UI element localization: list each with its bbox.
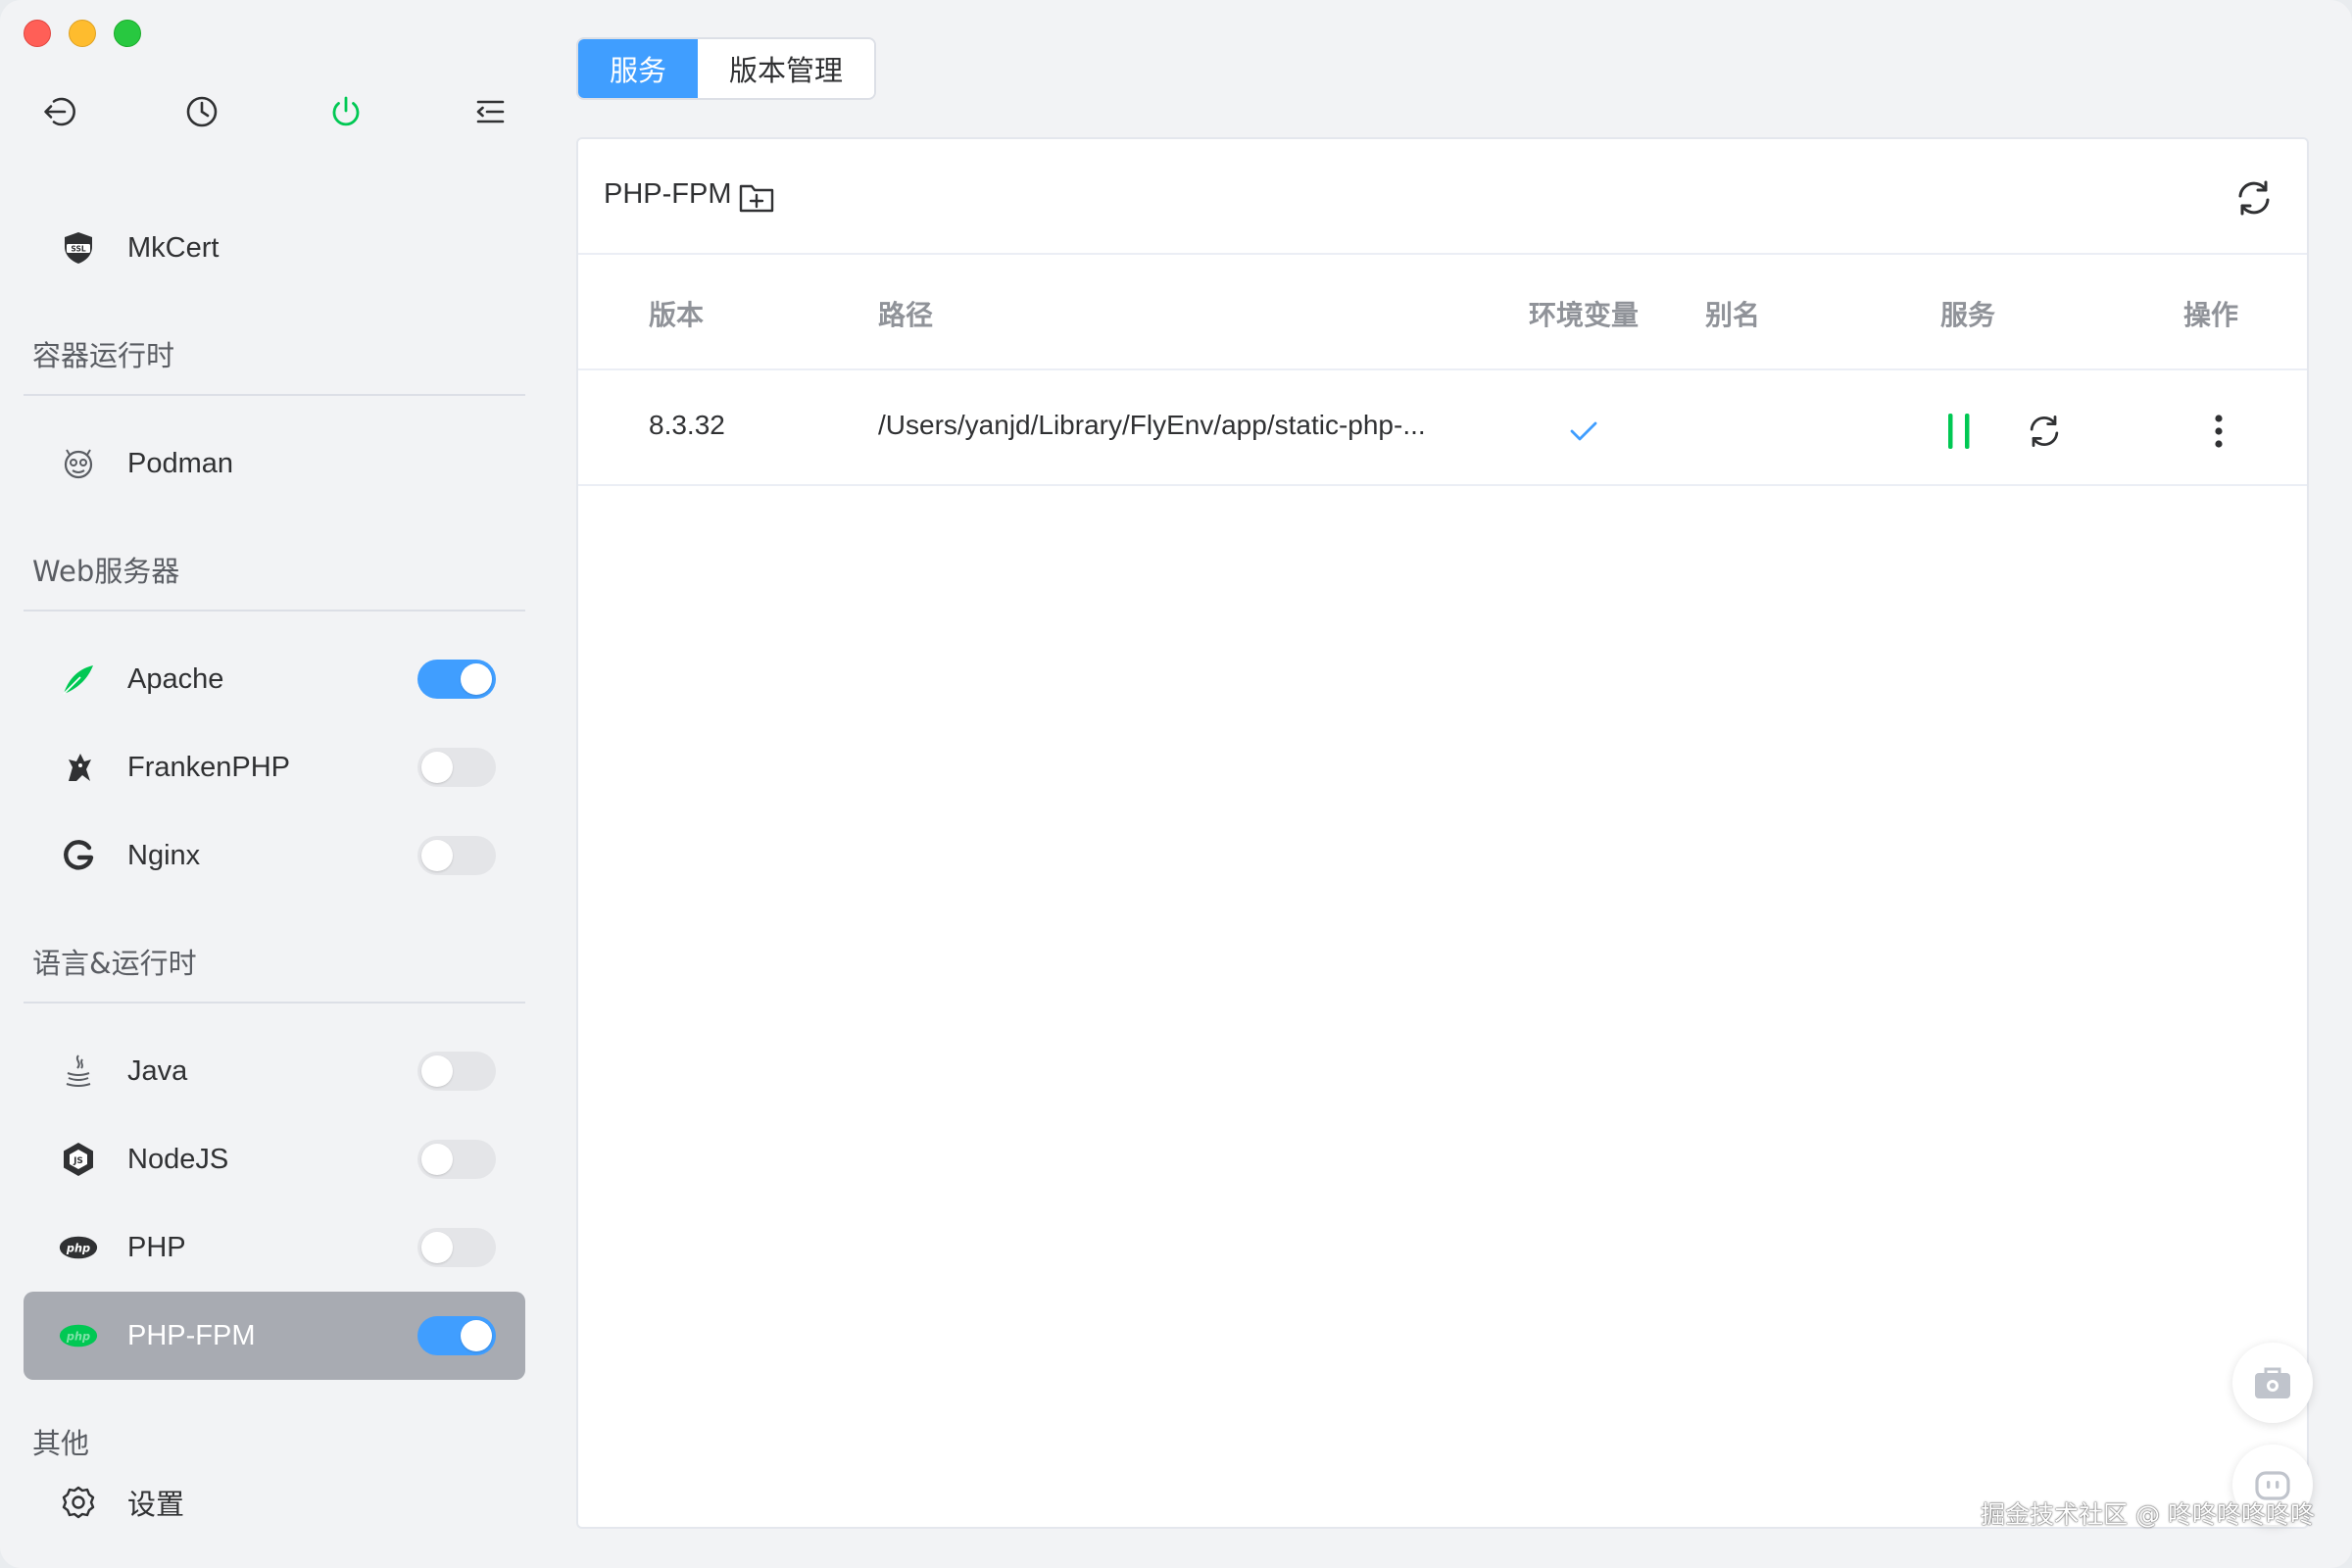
sidebar-item-mkcert[interactable]: SSL MkCert	[24, 204, 525, 292]
nginx-icon	[59, 836, 98, 875]
column-header-actions: 操作	[2183, 299, 2239, 331]
sidebar-item-settings[interactable]: 设置	[24, 1464, 525, 1541]
php-icon: php	[59, 1228, 98, 1267]
group-title-web-servers: Web服务器	[32, 555, 180, 588]
sidebar-item-podman[interactable]: Podman	[24, 419, 525, 508]
sidebar-item-label: NodeJS	[127, 1143, 229, 1175]
table-header: 版本 路径 环境变量 别名 服务 操作	[578, 255, 2307, 370]
toggle-knob	[421, 840, 453, 871]
collapse-menu-button[interactable]	[466, 88, 514, 135]
folder-add-icon[interactable]	[737, 178, 776, 218]
restart-icon[interactable]	[2023, 410, 2066, 453]
power-button[interactable]	[322, 88, 369, 135]
java-icon	[59, 1052, 98, 1091]
tab-version-management[interactable]: 版本管理	[698, 39, 875, 98]
toggle-knob	[421, 752, 453, 783]
toggle-knob	[421, 1055, 453, 1087]
sidebar-item-label: PHP-FPM	[127, 1319, 256, 1351]
java-toggle[interactable]	[417, 1052, 496, 1091]
nodejs-toggle[interactable]	[417, 1140, 496, 1179]
back-button[interactable]	[35, 88, 82, 135]
watermark: 掘金技术社区 @ 咚咚咚咚咚咚	[1981, 1500, 2315, 1529]
sidebar-item-nginx[interactable]: Nginx	[24, 811, 525, 900]
version-cell: 8.3.32	[649, 410, 725, 440]
card-title: PHP-FPM	[604, 178, 732, 210]
group-divider	[24, 610, 525, 612]
sidebar-item-label: 设置	[127, 1490, 185, 1521]
podman-icon	[59, 444, 98, 483]
sidebar-item-apache[interactable]: Apache	[24, 635, 525, 723]
sidebar-item-label: FrankenPHP	[127, 751, 291, 783]
column-header-service: 服务	[1940, 299, 1996, 331]
toggle-knob	[461, 663, 492, 695]
column-header-path: 路径	[878, 299, 934, 331]
gear-icon	[59, 1483, 98, 1522]
minimize-window-button[interactable]	[69, 20, 96, 47]
sidebar-item-label: Apache	[127, 662, 224, 695]
ssl-shield-icon: SSL	[59, 228, 98, 268]
check-icon	[1570, 421, 1597, 441]
frankenphp-toggle[interactable]	[417, 748, 496, 787]
sidebar-item-java[interactable]: Java	[24, 1027, 525, 1115]
group-title-container-runtime: 容器运行时	[32, 339, 175, 372]
more-vertical-icon[interactable]	[2209, 410, 2229, 453]
pause-icon[interactable]	[1940, 410, 1980, 453]
zoom-window-button[interactable]	[114, 20, 141, 47]
group-divider	[24, 394, 525, 396]
toggle-knob	[461, 1320, 492, 1351]
tab-service[interactable]: 服务	[578, 39, 699, 98]
screenshot-button[interactable]	[2232, 1343, 2313, 1423]
nodejs-icon: JS	[59, 1140, 98, 1179]
window-controls	[24, 20, 141, 47]
clock-icon	[186, 96, 218, 127]
sidebar-item-label: PHP	[127, 1231, 186, 1263]
frankenphp-icon	[59, 748, 98, 787]
svg-text:JS: JS	[73, 1156, 83, 1166]
service-card: PHP-FPM 版本 路径 环境变量 别名 服务 操作 8.3.32 /User…	[576, 137, 2309, 1529]
sidebar-item-php[interactable]: php PHP	[24, 1203, 525, 1292]
toggle-knob	[421, 1232, 453, 1263]
group-divider	[24, 1002, 525, 1004]
toolbox-icon	[2255, 1367, 2290, 1398]
nginx-toggle[interactable]	[417, 836, 496, 875]
path-cell[interactable]: /Users/yanjd/Library/FlyEnv/app/static-p…	[878, 410, 1426, 441]
php-toggle[interactable]	[417, 1228, 496, 1267]
card-header: PHP-FPM	[578, 139, 2307, 255]
column-header-alias: 别名	[1705, 299, 1761, 331]
refresh-icon[interactable]	[2230, 174, 2278, 221]
sidebar-item-label: Java	[127, 1054, 188, 1087]
sidebar-item-label: Nginx	[127, 839, 201, 871]
apache-feather-icon	[59, 660, 98, 699]
power-icon	[332, 96, 360, 126]
logout-arrow-icon	[44, 97, 75, 126]
tab-bar: 服务 版本管理	[576, 37, 877, 100]
sidebar-item-nodejs[interactable]: JS NodeJS	[24, 1115, 525, 1203]
column-header-version: 版本	[649, 299, 705, 331]
toggle-knob	[421, 1144, 453, 1175]
column-header-env: 环境变量	[1529, 299, 1640, 331]
group-title-languages: 语言&运行时	[32, 947, 197, 980]
svg-text:SSL: SSL	[71, 245, 85, 254]
php-fpm-icon: php	[59, 1316, 98, 1355]
app-window: 站点 SSL MkCert 容器运行时	[0, 0, 2352, 1568]
sidebar-item-php-fpm[interactable]: php PHP-FPM	[24, 1292, 525, 1380]
group-title-other: 其他	[32, 1427, 90, 1460]
table-row: 8.3.32 /Users/yanjd/Library/FlyEnv/app/s…	[578, 370, 2307, 486]
svg-text:php: php	[66, 1242, 90, 1254]
sidebar-toolbar	[0, 88, 549, 135]
history-button[interactable]	[178, 88, 225, 135]
apache-toggle[interactable]	[417, 660, 496, 699]
sidebar-item-label: MkCert	[127, 231, 220, 264]
svg-text:php: php	[66, 1330, 90, 1343]
sidebar-item-label: Podman	[127, 447, 234, 479]
menu-fold-icon	[476, 100, 505, 123]
php-fpm-toggle[interactable]	[417, 1316, 496, 1355]
sidebar-item-sites[interactable]: 站点	[24, 147, 525, 169]
close-window-button[interactable]	[24, 20, 51, 47]
sidebar-menu: 站点 SSL MkCert 容器运行时	[0, 147, 549, 1568]
sidebar: 站点 SSL MkCert 容器运行时	[0, 0, 549, 1568]
sidebar-item-frankenphp[interactable]: FrankenPHP	[24, 723, 525, 811]
